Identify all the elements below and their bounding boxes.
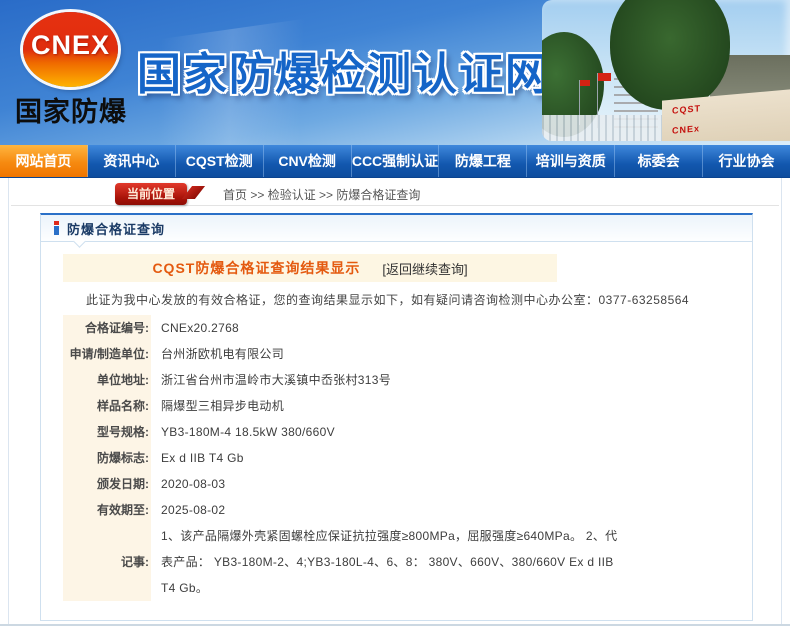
return-to-query-link[interactable]: [返回继续查询] xyxy=(382,259,467,278)
result-title: CQST防爆合格证查询结果显示 xyxy=(152,258,360,278)
info-bullet-icon xyxy=(54,221,59,235)
validity-notice: 此证为我中心发放的有效合格证，您的查询结果显示如下，如有疑问请咨询检测中心办公室… xyxy=(86,291,752,308)
table-row-cert-no: 合格证编号: CNEx20.2768 xyxy=(63,315,629,341)
field-label-notes: 记事: xyxy=(63,523,151,601)
certificate-table: 合格证编号: CNEx20.2768 申请/制造单位: 台州浙欧机电有限公司 单… xyxy=(63,315,629,601)
table-row-ex-marking: 防爆标志: Ex d IIB T4 Gb xyxy=(63,445,629,471)
site-header: CNEX 国家防爆 国家防爆检测认证网 CQST CNEx xyxy=(0,0,790,145)
nav-item-ccc-certification[interactable]: CCC强制认证 xyxy=(352,145,440,177)
nav-item-standards-committee[interactable]: 标委会 xyxy=(615,145,703,177)
table-row-issue-date: 颁发日期: 2020-08-03 xyxy=(63,471,629,497)
photo-flag xyxy=(598,73,611,81)
cnex-logo: CNEX xyxy=(23,12,118,87)
panel-body: CQST防爆合格证查询结果显示 [返回继续查询] 此证为我中心发放的有效合格证，… xyxy=(41,242,752,601)
nav-item-engineering[interactable]: 防爆工程 xyxy=(439,145,527,177)
site-title: 国家防爆检测认证网 xyxy=(137,38,551,102)
photo-sign-cnex: CNEx xyxy=(672,115,790,136)
table-row-model-spec: 型号规格: YB3-180M-4 18.5kW 380/660V xyxy=(63,419,629,445)
field-label-address: 单位地址: xyxy=(63,367,151,393)
field-value-sample-name: 隔爆型三相异步电动机 xyxy=(151,393,629,419)
field-label-issue-date: 颁发日期: xyxy=(63,471,151,497)
field-value-address: 浙江省台州市温岭市大溪镇中岙张村313号 xyxy=(151,367,629,393)
cnex-logo-text: CNEX xyxy=(31,30,110,61)
field-label-ex-marking: 防爆标志: xyxy=(63,445,151,471)
nav-item-association[interactable]: 行业协会 xyxy=(703,145,790,177)
field-value-model-spec: YB3-180M-4 18.5kW 380/660V xyxy=(151,419,629,445)
field-value-cert-no: CNEx20.2768 xyxy=(151,315,629,341)
nav-item-news[interactable]: 资讯中心 xyxy=(88,145,176,177)
table-row-address: 单位地址: 浙江省台州市温岭市大溪镇中岙张村313号 xyxy=(63,367,629,393)
nav-item-cnv-testing[interactable]: CNV检测 xyxy=(264,145,352,177)
main-nav: 网站首页 资讯中心 CQST检测 CNV检测 CCC强制认证 防爆工程 培训与资… xyxy=(0,145,790,178)
breadcrumb: 当前位置 首页 >> 检验认证 >> 防爆合格证查询 xyxy=(11,183,779,206)
cert-query-panel: 防爆合格证查询 CQST防爆合格证查询结果显示 [返回继续查询] 此证为我中心发… xyxy=(40,213,753,621)
nav-item-cqst-testing[interactable]: CQST检测 xyxy=(176,145,264,177)
table-row-sample-name: 样品名称: 隔爆型三相异步电动机 xyxy=(63,393,629,419)
photo-fence xyxy=(542,115,672,141)
field-label-manufacturer: 申请/制造单位: xyxy=(63,341,151,367)
building-photo: CQST CNEx xyxy=(542,0,790,141)
page-bottom-divider xyxy=(0,624,790,626)
logo-caption: 国家防爆 xyxy=(8,90,134,129)
field-value-valid-until: 2025-08-02 xyxy=(151,497,629,523)
result-title-bar: CQST防爆合格证查询结果显示 [返回继续查询] xyxy=(63,254,557,282)
page-container: 当前位置 首页 >> 检验认证 >> 防爆合格证查询 防爆合格证查询 CQST防… xyxy=(8,178,782,624)
field-value-notes: 1、该产品隔爆外壳紧固螺栓应保证抗拉强度≥800MPa，屈服强度≥640MPa。… xyxy=(151,523,629,601)
photo-flag xyxy=(580,80,590,86)
field-label-sample-name: 样品名称: xyxy=(63,393,151,419)
field-label-model-spec: 型号规格: xyxy=(63,419,151,445)
table-row-notes: 记事: 1、该产品隔爆外壳紧固螺栓应保证抗拉强度≥800MPa，屈服强度≥640… xyxy=(63,523,629,601)
table-row-manufacturer: 申请/制造单位: 台州浙欧机电有限公司 xyxy=(63,341,629,367)
nav-item-home[interactable]: 网站首页 xyxy=(0,145,88,177)
field-label-valid-until: 有效期至: xyxy=(63,497,151,523)
current-location-badge: 当前位置 xyxy=(115,183,187,205)
field-value-issue-date: 2020-08-03 xyxy=(151,471,629,497)
panel-title: 防爆合格证查询 xyxy=(67,219,165,238)
table-row-valid-until: 有效期至: 2025-08-02 xyxy=(63,497,629,523)
nav-item-training[interactable]: 培训与资质 xyxy=(527,145,615,177)
breadcrumb-path[interactable]: 首页 >> 检验认证 >> 防爆合格证查询 xyxy=(223,186,420,203)
field-label-cert-no: 合格证编号: xyxy=(63,315,151,341)
field-value-manufacturer: 台州浙欧机电有限公司 xyxy=(151,341,629,367)
photo-sign-cqst: CQST xyxy=(672,95,790,116)
panel-header: 防爆合格证查询 xyxy=(41,215,752,242)
field-value-ex-marking: Ex d IIB T4 Gb xyxy=(151,445,629,471)
